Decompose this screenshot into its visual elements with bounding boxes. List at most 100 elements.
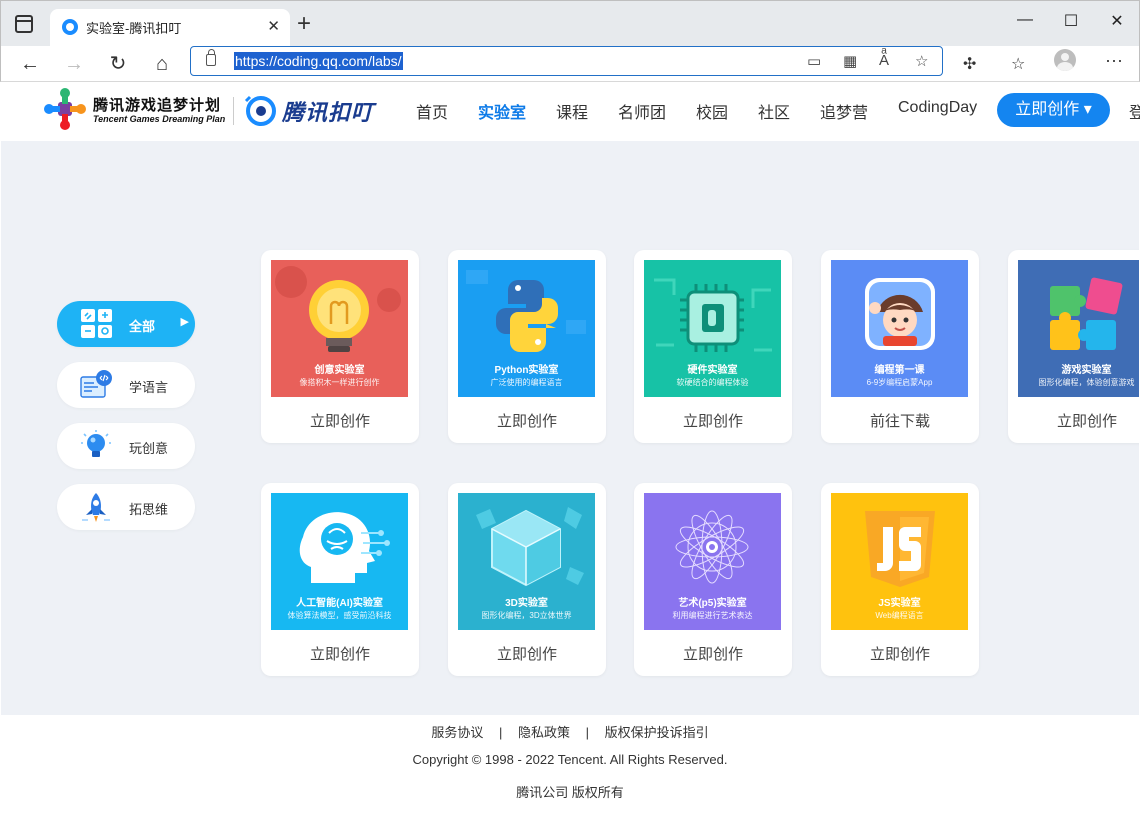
refresh-icon[interactable]: ↻ [103, 49, 133, 79]
browser-tab[interactable]: 实验室-腾讯扣叮 ✕ [50, 9, 290, 47]
lab-card-image[interactable]: JS实验室 Web编程语言 [831, 493, 968, 630]
lab-card-js[interactable]: JS实验室 Web编程语言 立即创作 [821, 483, 979, 676]
more-menu-icon[interactable]: ··· [1105, 50, 1123, 71]
site-favicon-icon [62, 19, 78, 35]
terms-of-service-link[interactable]: 服务协议 [431, 725, 483, 740]
sidebar-item-creative[interactable]: 玩创意 [57, 423, 195, 469]
logo-subtitle: Tencent Games Dreaming Plan [93, 114, 226, 124]
maximize-button[interactable]: ☐ [1061, 11, 1081, 31]
nav-home[interactable]: 首页 [416, 99, 448, 123]
sidebar-item-label: 玩创意 [129, 441, 169, 456]
back-arrow-icon[interactable]: ← [15, 49, 45, 79]
sidebar-item-all[interactable]: 全部 ▶ [57, 301, 195, 347]
footer-separator: | [498, 725, 503, 740]
nav-dream-camp[interactable]: 追梦营 [820, 99, 868, 123]
chevron-right-icon: ▶ [180, 316, 189, 328]
lab-card-art[interactable]: 艺术(p5)实验室 利用编程进行艺术表达 立即创作 [634, 483, 792, 676]
privacy-policy-link[interactable]: 隐私政策 [518, 725, 570, 740]
lab-description: 体验算法模型，感受前沿科技 [287, 611, 392, 620]
lab-action-link[interactable]: 立即创作 [448, 410, 606, 431]
nav-labs[interactable]: 实验室 [478, 99, 526, 123]
read-aloud-icon[interactable]: Aͣ [879, 52, 889, 69]
grid-icon [81, 309, 112, 338]
koding-logo-icon[interactable] [243, 95, 277, 127]
minimize-button[interactable]: — [1015, 11, 1035, 29]
lab-action-link[interactable]: 立即创作 [1008, 410, 1139, 431]
url-text[interactable]: https://coding.qq.com/labs/ [234, 52, 403, 70]
lab-card-creative[interactable]: 创意实验室 像搭积木一样进行创作 立即创作 [261, 250, 419, 443]
new-tab-icon[interactable]: + [297, 11, 311, 37]
lab-action-link[interactable]: 立即创作 [448, 643, 606, 664]
lab-action-link[interactable]: 立即创作 [634, 410, 792, 431]
nav-courses[interactable]: 课程 [556, 99, 588, 123]
company-text: 腾讯公司 版权所有 [516, 785, 624, 800]
nav-teachers[interactable]: 名师团 [618, 99, 666, 123]
footer-links: 服务协议 | 隐私政策 | 版权保护投诉指引 [1, 722, 1139, 741]
lab-card-image[interactable]: 编程第一课 6-9岁编程启蒙App [831, 260, 968, 397]
code-window-icon [80, 370, 112, 398]
browser-toolbar: ← → ↻ ⌂ https://coding.qq.com/labs/ ▭ ▦ … [0, 46, 1140, 82]
sidebar-item-thinking[interactable]: 拓思维 [57, 484, 195, 530]
lab-description: 利用编程进行艺术表达 [672, 611, 753, 620]
lab-card-image[interactable]: 3D实验室 图形化编程，3D立体世界 [458, 493, 595, 630]
lab-card-3d[interactable]: 3D实验室 图形化编程，3D立体世界 立即创作 [448, 483, 606, 676]
profile-avatar[interactable] [1054, 49, 1076, 71]
lab-card-hardware[interactable]: 硬件实验室 软硬结合的编程体验 立即创作 [634, 250, 792, 443]
lab-description: 软硬结合的编程体验 [676, 378, 749, 387]
nav-codingday[interactable]: CodingDay [898, 99, 977, 117]
lab-card-image[interactable]: 艺术(p5)实验室 利用编程进行艺术表达 [644, 493, 781, 630]
site-footer: 服务协议 | 隐私政策 | 版权保护投诉指引 Copyright © 1998 … [1, 715, 1139, 825]
lightbulb-icon [81, 430, 111, 457]
qr-code-icon[interactable]: ▦ [843, 52, 857, 70]
lab-action-link[interactable]: 立即创作 [261, 643, 419, 664]
copyright-text: Copyright © 1998 - 2022 Tencent. All Rig… [412, 752, 728, 767]
browser-titlebar: 实验室-腾讯扣叮 ✕ + — ☐ ✕ [0, 0, 1140, 47]
lab-name: 硬件实验室 [687, 365, 738, 376]
lab-name: 游戏实验室 [1061, 365, 1112, 376]
nav-community[interactable]: 社区 [758, 99, 790, 123]
lab-card-image[interactable]: Python实验室 广泛使用的编程语言 [458, 260, 595, 397]
forward-arrow-icon[interactable]: → [59, 49, 89, 79]
favorites-icon[interactable]: ☆ [1011, 54, 1025, 74]
lab-action-link[interactable]: 前往下载 [821, 410, 979, 431]
lab-name: 创意实验室 [314, 365, 365, 376]
footer-separator: | [585, 725, 590, 740]
lab-card-ai[interactable]: 人工智能(AI)实验室 体验算法模型，感受前沿科技 立即创作 [261, 483, 419, 676]
dreaming-plan-logo[interactable] [41, 85, 89, 133]
create-now-button[interactable]: 立即创作 ▾ [997, 93, 1110, 127]
sidebar-item-languages[interactable]: 学语言 [57, 362, 195, 408]
add-favorite-icon[interactable]: ☆ [915, 52, 928, 70]
lab-card-image[interactable]: 创意实验室 像搭积木一样进行创作 [271, 260, 408, 397]
lab-card-first-lesson[interactable]: 编程第一课 6-9岁编程启蒙App 前往下载 [821, 250, 979, 443]
lab-name: 3D实验室 [505, 598, 548, 609]
nav-campus[interactable]: 校园 [696, 99, 728, 123]
close-window-button[interactable]: ✕ [1107, 11, 1127, 31]
lab-card-game[interactable]: 游戏实验室 图形化编程，体验创意游戏 立即创作 [1008, 250, 1139, 443]
address-bar[interactable]: https://coding.qq.com/labs/ ▭ ▦ Aͣ ☆ [190, 46, 943, 76]
lab-description: Web编程语言 [875, 611, 924, 620]
lab-action-link[interactable]: 立即创作 [261, 410, 419, 431]
lab-name: 艺术(p5)实验室 [678, 598, 747, 609]
tab-actions-icon[interactable] [15, 15, 33, 33]
logo-title: 腾讯游戏追梦计划 [93, 97, 222, 114]
extensions-icon[interactable]: ✣ [963, 54, 976, 74]
tab-close-icon[interactable]: ✕ [267, 17, 280, 35]
lab-card-python[interactable]: Python实验室 广泛使用的编程语言 立即创作 [448, 250, 606, 443]
brand-name[interactable]: 腾讯扣叮 [282, 95, 374, 127]
home-icon[interactable]: ⌂ [147, 49, 177, 79]
lab-description: 图形化编程，体验创意游戏 [1038, 378, 1135, 387]
logo-divider [233, 97, 234, 125]
lab-card-image[interactable]: 游戏实验室 图形化编程，体验创意游戏 [1018, 260, 1139, 397]
login-link[interactable]: 登 [1129, 99, 1140, 123]
lock-icon[interactable] [206, 49, 216, 66]
lab-card-image[interactable]: 人工智能(AI)实验室 体验算法模型，感受前沿科技 [271, 493, 408, 630]
lab-action-link[interactable]: 立即创作 [634, 643, 792, 664]
lab-description: 图形化编程，3D立体世界 [481, 611, 572, 620]
lab-description: 广泛使用的编程语言 [490, 378, 563, 387]
lab-name: JS实验室 [878, 598, 921, 609]
lab-action-link[interactable]: 立即创作 [821, 643, 979, 664]
lab-card-image[interactable]: 硬件实验室 软硬结合的编程体验 [644, 260, 781, 397]
app-available-icon[interactable]: ▭ [807, 52, 821, 70]
copyright-complaint-link[interactable]: 版权保护投诉指引 [605, 725, 709, 740]
tab-title: 实验室-腾讯扣叮 [86, 21, 182, 36]
